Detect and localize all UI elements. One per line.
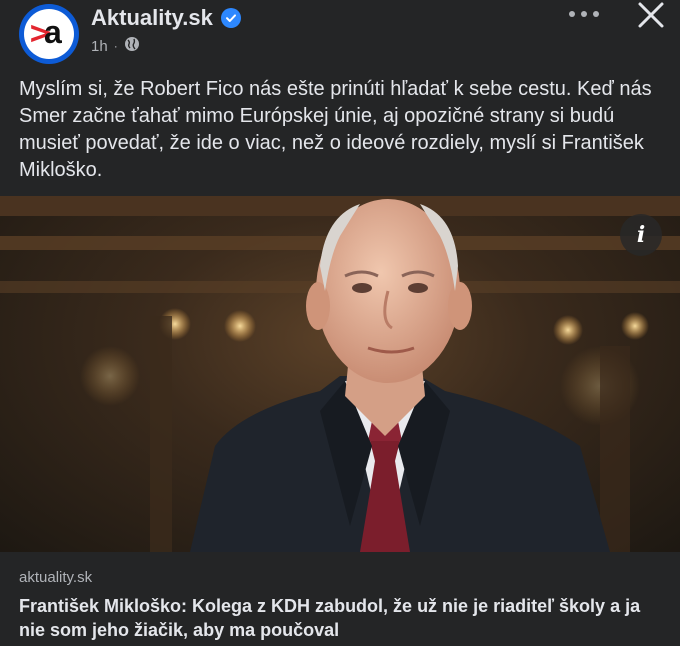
page-name[interactable]: Aktuality.sk xyxy=(91,5,213,31)
post-meta: 1h · xyxy=(91,36,140,56)
post-photo[interactable]: i xyxy=(0,196,680,552)
verified-badge-icon xyxy=(220,8,241,28)
post-timestamp[interactable]: 1h xyxy=(91,38,108,55)
link-preview-card[interactable]: aktuality.sk František Mikloško: Kolega … xyxy=(0,552,680,646)
avatar-logo-letter: a xyxy=(44,14,62,50)
globe-icon xyxy=(124,36,140,56)
more-options-icon[interactable] xyxy=(566,4,602,24)
photo-illustration xyxy=(0,196,680,552)
link-headline[interactable]: František Mikloško: Kolega z KDH zabudol… xyxy=(19,594,664,642)
link-domain: aktuality.sk xyxy=(19,569,93,586)
avatar-logo: > a xyxy=(24,9,74,59)
close-icon[interactable] xyxy=(636,0,666,30)
info-icon[interactable]: i xyxy=(620,214,662,256)
post-text: Myslím si, že Robert Fico nás ešte prinú… xyxy=(19,78,652,181)
page-avatar[interactable]: > a xyxy=(19,4,79,64)
meta-separator: · xyxy=(113,39,118,53)
page-name-row: Aktuality.sk xyxy=(91,5,241,31)
post-header: > a Aktuality.sk 1h · xyxy=(0,0,680,64)
